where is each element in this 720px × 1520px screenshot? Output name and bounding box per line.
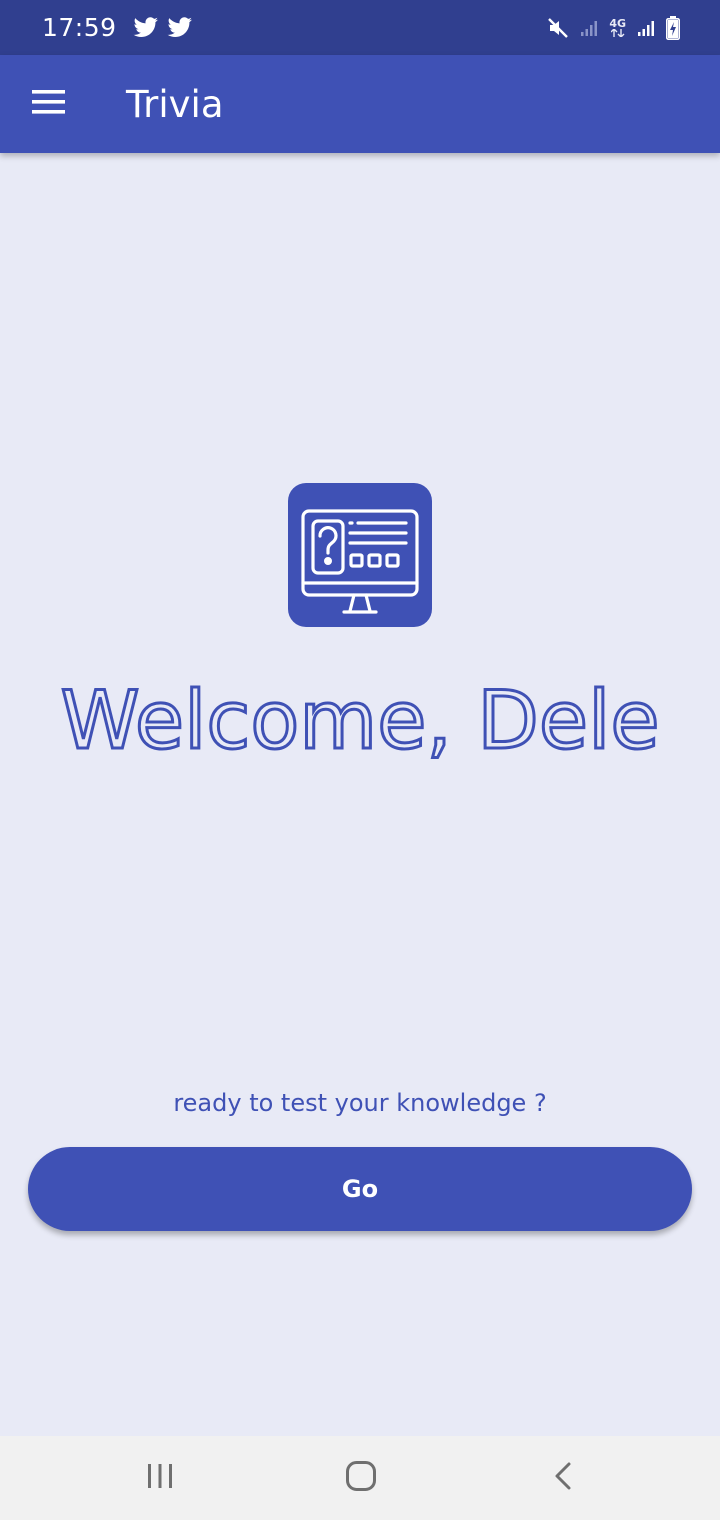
back-button[interactable] (513, 1436, 613, 1520)
back-icon (553, 1461, 573, 1495)
main-content: Welcome, Dele ready to test your knowled… (0, 153, 720, 1436)
recent-apps-icon (145, 1462, 175, 1494)
go-button[interactable]: Go (28, 1147, 692, 1231)
app-bar: Trivia (0, 55, 720, 153)
status-time: 17:59 (42, 13, 117, 42)
mute-icon (547, 17, 569, 39)
trivia-monitor-question-icon (298, 491, 422, 619)
signal-icon (636, 18, 656, 38)
network-label: 4G (609, 16, 626, 30)
subtitle: ready to test your knowledge ? (173, 1089, 547, 1117)
home-button[interactable] (311, 1436, 411, 1520)
battery-charging-icon (666, 15, 680, 40)
status-left: 17:59 (42, 13, 193, 42)
trivia-logo (288, 483, 432, 627)
twitter-icon (133, 16, 159, 39)
menu-button[interactable] (0, 55, 98, 153)
welcome-heading: Welcome, Dele (60, 673, 660, 769)
recent-apps-button[interactable] (110, 1436, 210, 1520)
home-icon (345, 1460, 377, 1496)
twitter-icon (167, 16, 193, 39)
status-right: 4G (547, 15, 680, 40)
signal-icon (579, 18, 599, 38)
4g-icon: 4G (609, 16, 626, 37)
welcome-text: Welcome, Dele (60, 674, 659, 767)
app-title: Trivia (126, 82, 224, 126)
hamburger-menu-icon (32, 89, 66, 119)
status-bar: 17:59 4G (0, 0, 720, 55)
navigation-bar (0, 1436, 720, 1520)
